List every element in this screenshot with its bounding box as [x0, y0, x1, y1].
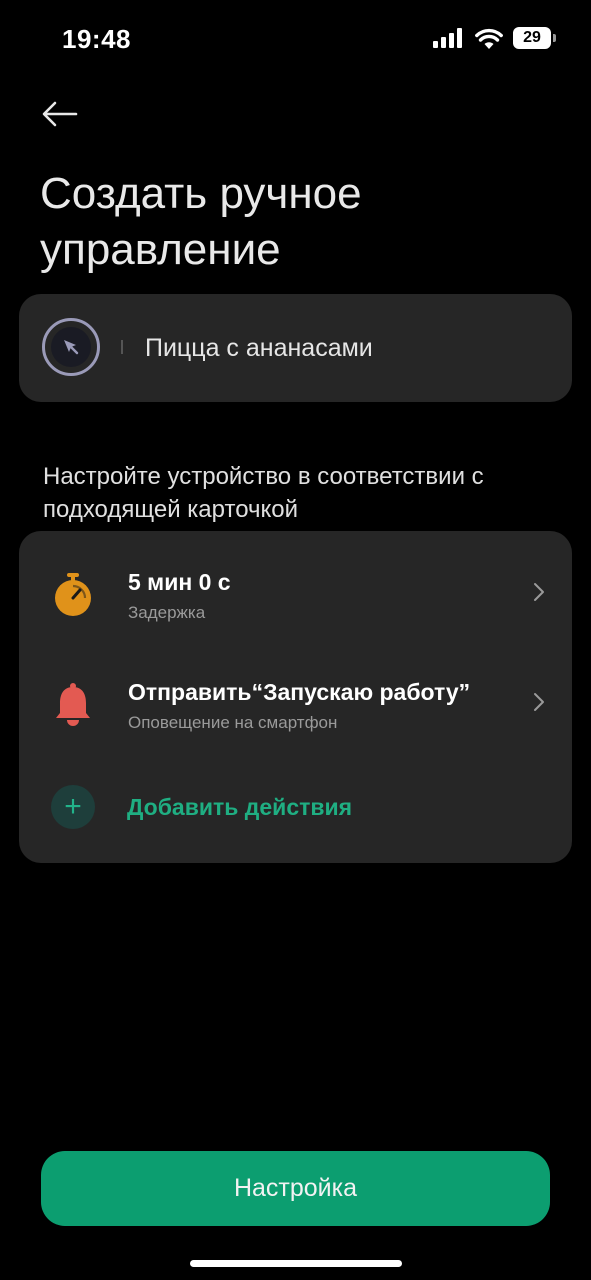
chevron-right-icon: [534, 693, 544, 711]
setup-button[interactable]: Настройка: [41, 1151, 550, 1226]
action-title: 5 мин 0 с: [128, 569, 231, 595]
wifi-icon: [475, 28, 503, 49]
name-input[interactable]: [145, 328, 545, 368]
divider: [121, 340, 123, 354]
page-title: Создать ручное управление: [40, 169, 362, 274]
status-bar: 19:48 29: [0, 0, 591, 80]
chevron-right-icon: [534, 583, 544, 601]
action-subtitle: Оповещение на смартфон: [128, 713, 338, 732]
battery-icon: 29: [513, 27, 556, 49]
bell-icon: [56, 683, 90, 726]
arrow-left-icon: [42, 101, 78, 127]
action-row-delay[interactable]: 5 мин 0 с Задержка: [19, 547, 572, 637]
section-description: Настройте устройство в соответствии с по…: [43, 463, 484, 523]
action-row-notification[interactable]: Отправить“Запускаю работу” Оповещение на…: [19, 657, 572, 747]
status-icons: 29: [433, 27, 556, 49]
actions-card: 5 мин 0 с Задержка Отправить“Запускаю ра…: [19, 531, 572, 863]
status-time: 19:48: [62, 24, 131, 54]
action-title: Отправить“Запускаю работу”: [128, 679, 471, 705]
back-button[interactable]: [38, 96, 82, 132]
home-indicator[interactable]: [190, 1260, 402, 1267]
plus-icon: +: [51, 785, 95, 829]
signal-icon: [433, 28, 462, 48]
action-subtitle: Задержка: [128, 603, 206, 622]
add-action-button[interactable]: + Добавить действия: [19, 779, 572, 839]
name-card: [19, 294, 572, 402]
cursor-click-icon: [42, 318, 100, 376]
add-action-label: Добавить действия: [127, 794, 353, 820]
stopwatch-icon: [55, 573, 91, 616]
